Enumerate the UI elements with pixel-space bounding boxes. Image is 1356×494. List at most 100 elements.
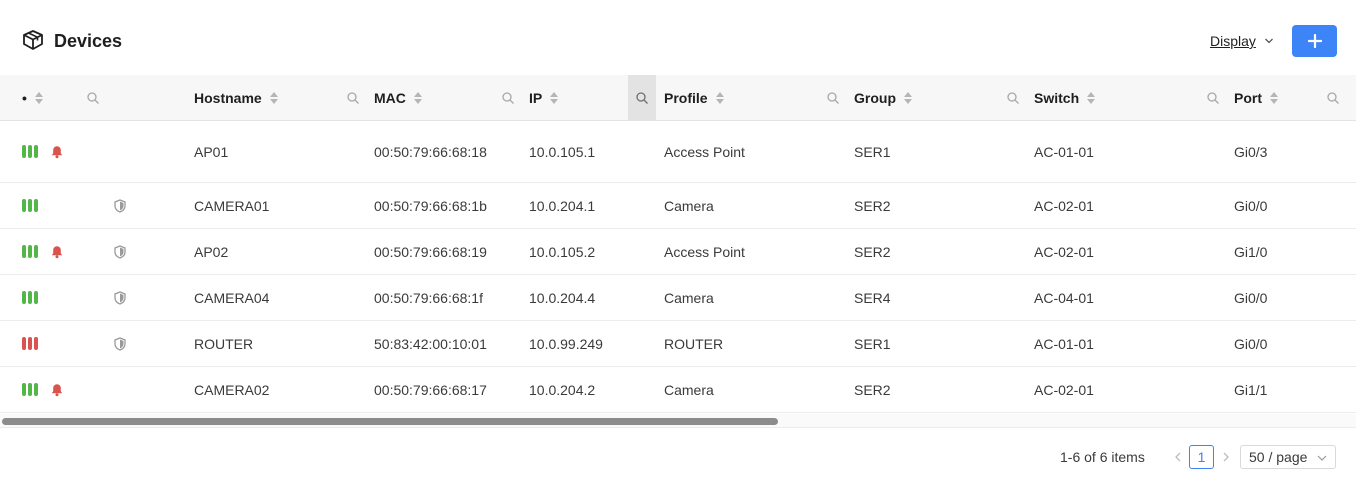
port-cell: Gi0/0 [1234,335,1268,352]
bell-icon[interactable] [50,383,64,397]
page-size-select[interactable]: 50 / page [1240,445,1336,469]
search-icon[interactable] [346,91,360,105]
table-row[interactable]: CAMERA02 00:50:79:66:68:17 10.0.204.2 Camer… [0,367,1356,413]
column-ip[interactable]: IP [529,75,559,121]
profile-cell: Camera [664,197,714,214]
shield-cell [114,183,126,228]
status-cell [22,367,38,412]
status-cell [22,183,38,228]
column-label: IP [529,90,543,106]
search-icon[interactable] [826,91,840,105]
status-cell [22,121,38,182]
shield-cell [114,229,126,274]
switch-cell: AC-04-01 [1034,289,1094,306]
search-icon[interactable] [1006,91,1020,105]
profile-cell: Camera [664,289,714,306]
page-size-value: 50 / page [1249,449,1308,465]
column-switch[interactable]: Switch [1034,75,1096,121]
table-row[interactable]: AP02 00:50:79:66:68:19 10.0.105.2 Access Po… [0,229,1356,275]
group-cell: SER1 [854,335,891,352]
search-icon[interactable] [1326,91,1340,105]
chevron-down-icon [1317,455,1327,461]
chevron-left-icon[interactable] [1172,448,1184,466]
switch-cell: AC-02-01 [1034,381,1094,398]
column-status[interactable]: • [22,75,43,121]
hostname-cell: AP02 [194,243,229,260]
hostname-cell: CAMERA04 [194,289,270,306]
port-cell: Gi0/0 [1234,197,1268,214]
mac-cell: 00:50:79:66:68:1b [374,197,487,214]
switch-cell: AC-01-01 [1034,143,1094,160]
alert-cell [50,121,64,182]
horizontal-scrollbar[interactable] [0,414,1356,428]
signal-bars-icon [22,145,38,158]
column-port[interactable]: Port [1234,75,1278,121]
status-cell [22,321,38,366]
chevron-down-icon [1264,38,1273,44]
shield-cell [114,275,126,320]
sort-icon[interactable] [550,92,559,104]
alert-cell [50,229,64,274]
mac-cell: 00:50:79:66:68:18 [374,143,487,160]
search-icon[interactable] [1206,91,1220,105]
search-icon[interactable] [86,91,100,105]
column-hostname[interactable]: Hostname [194,75,278,121]
sort-icon[interactable] [269,92,278,104]
table-header: • Hostname MAC IP Profile Group Switch P… [0,75,1356,121]
table-row[interactable]: CAMERA04 00:50:79:66:68:1f 10.0.204.4 Camer… [0,275,1356,321]
table-body: AP01 00:50:79:66:68:18 10.0.105.1 Access Po… [0,121,1356,413]
pagination-page-1[interactable]: 1 [1189,445,1214,469]
status-cell [22,229,38,274]
hostname-cell: CAMERA01 [194,197,270,214]
bell-icon[interactable] [50,245,64,259]
column-profile[interactable]: Profile [664,75,724,121]
cube-icon [23,30,43,50]
profile-cell: Access Point [664,243,745,260]
column-label: Port [1234,90,1262,106]
add-device-button[interactable] [1292,25,1337,57]
ip-cell: 10.0.105.1 [529,143,596,160]
mac-cell: 00:50:79:66:68:19 [374,243,487,260]
shield-icon[interactable] [114,244,126,259]
sort-icon[interactable] [1087,92,1096,104]
column-mac[interactable]: MAC [374,75,422,121]
profile-cell: Access Point [664,143,745,160]
table-row[interactable]: AP01 00:50:79:66:68:18 10.0.105.1 Access Po… [0,121,1356,183]
pagination-total: 1-6 of 6 items [1060,449,1145,465]
port-cell: Gi1/1 [1234,381,1268,398]
shield-icon[interactable] [114,290,126,305]
search-icon[interactable] [635,91,649,105]
shield-cell [114,321,126,366]
signal-bars-icon [22,383,38,396]
bell-icon[interactable] [50,145,64,159]
mac-cell: 00:50:79:66:68:17 [374,381,487,398]
scrollbar-thumb[interactable] [2,418,778,425]
column-label: Hostname [194,90,262,106]
plus-icon [1307,34,1322,48]
display-button[interactable]: Display [1210,32,1274,50]
group-cell: SER2 [854,381,891,398]
ip-cell: 10.0.99.249 [529,335,603,352]
mac-cell: 00:50:79:66:68:1f [374,289,483,306]
ip-cell: 10.0.204.1 [529,197,596,214]
signal-bars-icon [22,291,38,304]
switch-cell: AC-01-01 [1034,335,1094,352]
shield-icon[interactable] [114,336,126,351]
sort-icon[interactable] [34,92,43,104]
table-row[interactable]: CAMERA01 00:50:79:66:68:1b 10.0.204.1 Camer… [0,183,1356,229]
sort-icon[interactable] [413,92,422,104]
signal-bars-icon [22,337,38,350]
sort-icon[interactable] [1270,92,1278,104]
column-label: Profile [664,90,708,106]
port-cell: Gi1/0 [1234,243,1268,260]
page-title: Devices [54,31,123,51]
search-icon[interactable] [501,91,515,105]
switch-cell: AC-02-01 [1034,243,1094,260]
chevron-right-icon[interactable] [1220,448,1232,466]
status-cell [22,275,38,320]
column-group[interactable]: Group [854,75,912,121]
table-row[interactable]: ROUTER 50:83:42:00:10:01 10.0.99.249 ROUTER… [0,321,1356,367]
sort-icon[interactable] [715,92,724,104]
sort-icon[interactable] [904,92,912,104]
shield-icon[interactable] [114,198,126,213]
